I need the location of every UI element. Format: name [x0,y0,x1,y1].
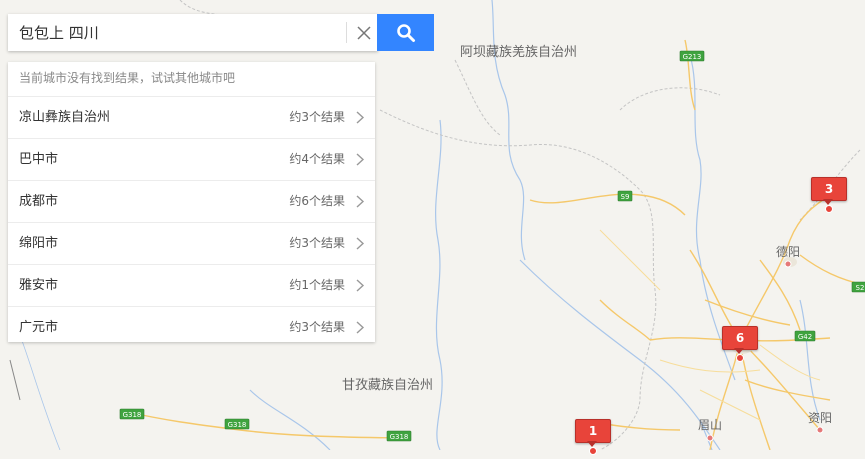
chevron-right-icon [356,153,365,166]
marker-dot [736,354,744,362]
city-dot-meishan [706,434,714,442]
svg-text:G318: G318 [123,411,142,419]
no-results-hint: 当前城市没有找到结果，试试其他城市吧 [8,62,375,97]
city-dot-deyang [784,260,792,268]
road-badge-s9: S9 [617,190,633,202]
chevron-right-icon [356,279,365,292]
result-city-name: 巴中市 [19,152,59,167]
chevron-right-icon [356,195,365,208]
result-count: 约3个结果 [289,110,345,124]
marker-count-label: 3 [811,177,847,201]
marker-count-label: 1 [575,419,611,443]
search-input[interactable] [8,14,338,51]
result-item-bazhong[interactable]: 巴中市 约4个结果 [8,139,375,181]
map-marker-1[interactable]: 1 [573,419,613,459]
road-badge-g318-a: G318 [119,408,145,420]
result-item-mianyang[interactable]: 绵阳市 约3个结果 [8,223,375,265]
result-count: 约3个结果 [289,236,345,250]
region-label-ganzi: 甘孜藏族自治州 [342,377,433,393]
city-results-panel: 当前城市没有找到结果，试试其他城市吧 凉山彝族自治州 约3个结果 巴中市 约4个… [8,62,375,342]
svg-text:G213: G213 [683,53,702,61]
result-count: 约1个结果 [289,278,345,292]
road-badge-s2: S2 [851,281,865,293]
map-marker-3[interactable]: 3 [809,177,849,217]
result-item-chengdu[interactable]: 成都市 约6个结果 [8,181,375,223]
search-button[interactable] [377,14,434,51]
search-divider [346,22,347,43]
road-badge-g213: G213 [679,50,705,62]
city-dot-ziyang [816,426,824,434]
city-label-ziyang: 资阳 [808,411,832,425]
svg-text:G318: G318 [390,433,409,441]
city-label-deyang: 德阳 [776,244,800,259]
svg-text:G42: G42 [798,333,812,341]
marker-dot [825,205,833,213]
chevron-right-icon [356,237,365,250]
result-count: 约6个结果 [289,194,345,208]
region-label-aba: 阿坝藏族羌族自治州 [460,44,577,60]
road-badge-g318-b: G318 [224,418,250,430]
map-marker-6[interactable]: 6 [720,326,760,366]
result-item-yaan[interactable]: 雅安市 约1个结果 [8,265,375,307]
result-city-name: 绵阳市 [19,236,59,251]
marker-dot [589,447,597,455]
svg-text:S2: S2 [856,284,865,292]
result-item-liangshan[interactable]: 凉山彝族自治州 约3个结果 [8,97,375,139]
chevron-right-icon [356,321,365,334]
clear-search-button[interactable] [350,14,378,51]
result-city-name: 雅安市 [19,278,59,293]
result-count: 约3个结果 [289,320,345,334]
result-city-name: 凉山彝族自治州 [19,110,111,125]
chevron-right-icon [356,111,365,124]
close-icon [357,25,371,40]
svg-text:S9: S9 [621,193,630,201]
road-badge-g318-c: G318 [386,430,412,442]
result-count: 约4个结果 [289,152,345,166]
city-label-meishan: 眉山 [698,418,722,432]
search-icon [396,23,415,42]
result-item-guangyuan[interactable]: 广元市 约3个结果 [8,307,375,348]
result-city-name: 成都市 [19,194,59,209]
road-badge-g42: G42 [794,330,816,342]
search-box [8,14,378,51]
result-city-name: 广元市 [19,320,59,335]
svg-text:G318: G318 [228,421,247,429]
marker-count-label: 6 [722,326,758,350]
